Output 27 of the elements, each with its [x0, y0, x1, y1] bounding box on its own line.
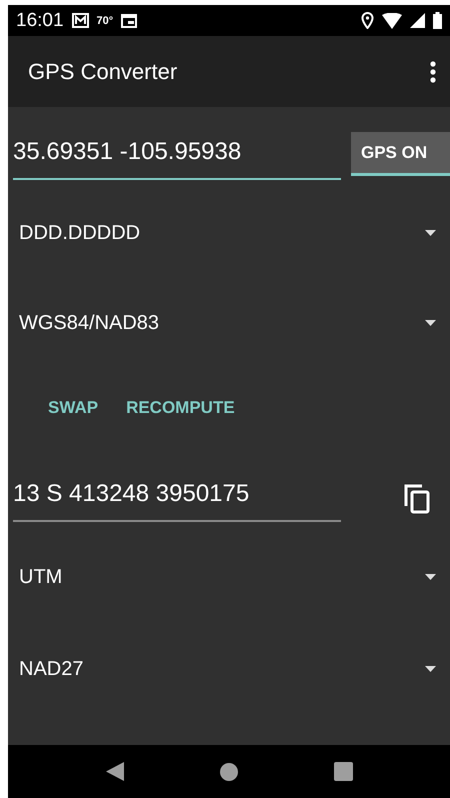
coordinate-field[interactable]: 35.69351 -105.95938 — [13, 128, 341, 180]
dropdown[interactable]: NAD27 — [8, 639, 450, 699]
wifi-icon — [382, 12, 402, 28]
status-time: 16:01 — [16, 10, 64, 32]
dropdown[interactable]: WGS84/NAD83 — [8, 293, 450, 353]
mail-icon — [72, 13, 89, 28]
more-options-icon[interactable] — [430, 60, 436, 82]
location-pin-icon — [361, 12, 374, 29]
battery-icon — [433, 12, 442, 29]
temperature-text: 70° — [96, 14, 114, 26]
dropdown[interactable]: DDD.DDDDD — [8, 203, 450, 263]
dropdown[interactable]: UTM — [8, 547, 450, 607]
dropdown-arrow-icon — [425, 574, 436, 580]
coordinate-field[interactable]: 13 S 413248 3950175 — [13, 470, 341, 522]
action-button[interactable]: RECOMPUTE — [112, 386, 249, 430]
calendar-icon — [121, 14, 138, 28]
signal-icon — [410, 13, 425, 28]
recents-icon[interactable] — [334, 762, 352, 781]
app-title: GPS Converter — [28, 58, 178, 84]
dropdown-arrow-icon — [425, 230, 436, 236]
back-icon[interactable] — [106, 762, 124, 781]
copy-icon[interactable] — [404, 484, 430, 514]
action-button[interactable]: SWAP — [34, 386, 112, 430]
home-icon[interactable] — [220, 762, 238, 780]
dropdown-arrow-icon — [425, 666, 436, 672]
gps-toggle-button[interactable]: GPS ON — [351, 132, 450, 176]
dropdown-arrow-icon — [425, 320, 436, 326]
